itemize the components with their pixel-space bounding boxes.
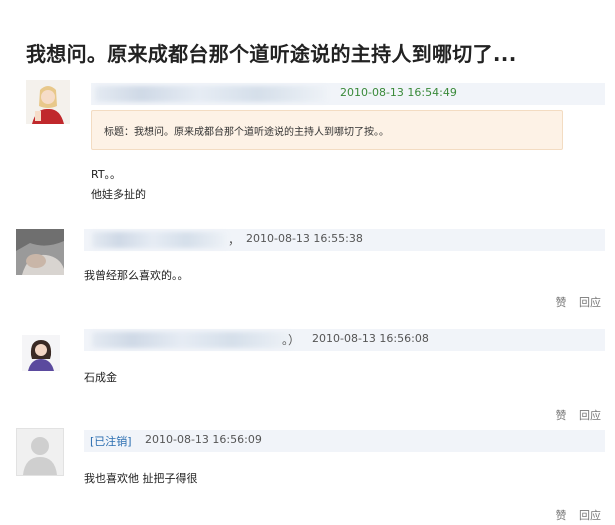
avatar-woman-icon: [22, 335, 60, 371]
name-separator: 。）: [282, 333, 301, 347]
avatar[interactable]: [26, 80, 70, 124]
post-actions: 赞 回应: [547, 294, 602, 310]
post-header: [已注销] 2010-08-13 16:56:09: [84, 430, 605, 452]
like-button[interactable]: 赞: [556, 509, 567, 522]
quote-text: 标题：我想问。原来成都台那个道听途说的主持人到哪切了按。。: [104, 127, 389, 138]
post-text: 我也喜欢他 扯把子得很: [84, 472, 198, 485]
thread-title: 我想问。原来成都台那个道听途说的主持人到哪切了...: [26, 42, 517, 66]
avatar[interactable]: [22, 335, 60, 371]
author-name[interactable]: [95, 86, 327, 102]
post-actions: 赞 回应: [547, 507, 602, 523]
avatar-girl-icon: [26, 80, 70, 124]
avatar[interactable]: [16, 428, 64, 476]
post-text-line: RT。。: [91, 168, 122, 181]
post-text: 石成金: [84, 371, 117, 384]
post-time: 2010-08-13 16:55:38: [246, 232, 363, 245]
quote-box: 标题：我想问。原来成都台那个道听途说的主持人到哪切了按。。: [91, 110, 563, 150]
forum-thread-page: 我想问。原来成都台那个道听途说的主持人到哪切了... 2010-08-13 16…: [0, 0, 615, 525]
like-button[interactable]: 赞: [556, 409, 567, 422]
post-time: 2010-08-13 16:56:08: [312, 332, 429, 345]
author-name[interactable]: [已注销]: [90, 433, 132, 449]
default-avatar-icon: [17, 429, 63, 475]
author-name[interactable]: [92, 232, 227, 248]
avatar[interactable]: [16, 229, 64, 275]
post-time: 2010-08-13 16:56:09: [145, 433, 262, 446]
post-header: 。） 2010-08-13 16:56:08: [84, 329, 605, 351]
post-text: 我曾经那么喜欢的。。: [84, 269, 189, 282]
post-header: 2010-08-13 16:54:49: [91, 83, 605, 105]
post-time: 2010-08-13 16:54:49: [340, 86, 457, 99]
post-text-line: 他娃多扯的: [91, 188, 146, 201]
reply-button[interactable]: 回应: [579, 409, 601, 422]
post-actions: 赞 回应: [547, 407, 602, 423]
name-separator: ，: [228, 233, 241, 247]
post-header: ， 2010-08-13 16:55:38: [84, 229, 605, 251]
reply-button[interactable]: 回应: [579, 296, 601, 309]
avatar-photo-icon: [16, 229, 64, 275]
author-name[interactable]: [92, 332, 292, 348]
like-button[interactable]: 赞: [556, 296, 567, 309]
reply-button[interactable]: 回应: [579, 509, 601, 522]
